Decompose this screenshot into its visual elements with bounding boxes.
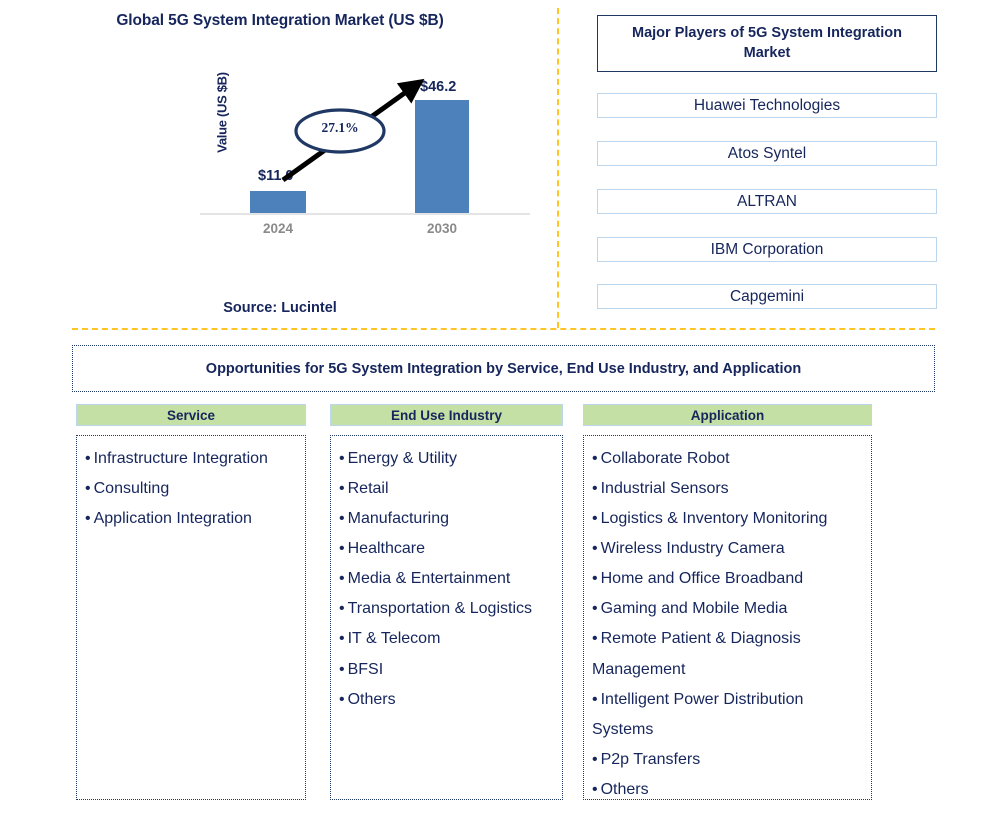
vertical-divider [557,8,559,328]
list-item-label: Application Integration [93,510,252,528]
list-item: • Healthcare [339,534,556,564]
bullet-icon: • [85,510,91,528]
list-item: • Manufacturing [339,504,556,534]
bullet-icon: • [339,540,345,558]
list-item: • Remote Patient & Diagnosis Management [592,624,865,684]
list-item-label: Infrastructure Integration [93,450,268,467]
player-item-altran[interactable]: ALTRAN [597,189,937,214]
list-item: • Industrial Sensors [592,474,865,504]
list-item-label: Media & Entertainment [347,570,511,588]
list-item-label: Manufacturing [347,510,449,528]
list-item-label: Remote Patient & Diagnosis Management [592,630,801,678]
list-item: • Energy & Utility [339,444,556,474]
list-item: • Others [592,775,865,805]
list-item: • Consulting [85,474,299,504]
column-body-service: • Infrastructure Integration • Consulting • A… [76,435,306,800]
list-item: • Others [339,685,556,715]
opportunities-banner: Opportunities for 5G System Integration … [72,345,935,392]
player-item-atos-syntel[interactable]: Atos Syntel [597,141,937,166]
list-item-label: IT & Telecom [347,630,441,648]
column-header-end-use-industry: End Use Industry [330,404,563,426]
bar-chart: Value (US $B) $11.0 $46.2 2024 2030 27.1… [170,72,540,250]
bullet-icon: • [85,480,91,498]
bullet-icon: • [339,480,345,498]
player-item-capgemini[interactable]: Capgemini [597,284,937,309]
list-item-label: Logistics & Inventory Monitoring [600,510,828,528]
bullet-icon: • [592,600,598,618]
list-item-label: Wireless Industry Camera [600,540,785,558]
cagr-arrow-icon [281,78,425,183]
list-item-label: Consulting [93,480,170,498]
bullet-icon: • [339,600,345,618]
column-body-end-use-industry: • Energy & Utility • Retail • Manufacturing • H… [330,435,563,800]
list-item-label: Others [347,690,396,708]
bullet-icon: • [592,750,598,768]
list-item-label: Gaming and Mobile Media [600,600,788,618]
bullet-icon: • [592,540,598,558]
bullet-icon: • [339,690,345,708]
bullet-icon: • [339,660,345,678]
bullet-icon: • [85,450,91,467]
list-item: • BFSI [339,655,556,685]
list-item-label: P2p Transfers [600,750,701,768]
list-item: • Transportation & Logistics [339,594,556,624]
bullet-icon: • [592,510,598,528]
bullet-icon: • [592,480,598,498]
bullet-icon: • [592,780,598,798]
list-item: • Media & Entertainment [339,564,556,594]
player-item-huawei-technologies[interactable]: Huawei Technologies [597,93,937,118]
bullet-icon: • [592,630,598,648]
bullet-icon: • [339,510,345,528]
list-item-label: Others [600,780,649,798]
bullet-icon: • [592,450,598,467]
list-item: • Gaming and Mobile Media [592,594,865,624]
list-item: • P2p Transfers [592,745,865,775]
list-item-label: Industrial Sensors [600,480,729,498]
bullet-icon: • [592,690,598,708]
list-item: • Application Integration [85,504,299,534]
list-item: • Logistics & Inventory Monitoring [592,504,865,534]
bullet-icon: • [592,570,598,588]
bullet-icon: • [339,570,345,588]
list-item-label: Home and Office Broadband [600,570,804,588]
major-players-panel: Major Players of 5G System Integration M… [597,15,937,309]
list-item: • Wireless Industry Camera [592,534,865,564]
list-item-label: Healthcare [347,540,425,558]
list-item: • Retail [339,474,556,504]
cagr-label: 27.1% [321,120,359,135]
chart-title: Global 5G System Integration Market (US … [116,12,444,29]
source-note: Source: Lucintel [223,300,337,316]
list-item: • Collaborate Robot [592,444,865,474]
player-item-ibm-corporation[interactable]: IBM Corporation [597,237,937,262]
list-item: • Infrastructure Integration [85,444,299,474]
bullet-icon: • [339,630,345,648]
column-body-application: • Collaborate Robot • Industrial Sensors • Lo… [583,435,872,800]
list-item-label: BFSI [347,660,384,678]
horizontal-divider [72,328,935,330]
column-header-service: Service [76,404,306,426]
list-item: • Intelligent Power Distribution Systems [592,685,865,745]
major-players-header: Major Players of 5G System Integration M… [597,15,937,72]
list-item-label: Energy & Utility [347,450,457,467]
list-item: • Home and Office Broadband [592,564,865,594]
column-header-application: Application [583,404,872,426]
list-item-label: Transportation & Logistics [347,600,532,618]
bullet-icon: • [339,450,345,467]
list-item-label: Collaborate Robot [600,450,730,467]
list-item: • IT & Telecom [339,624,556,654]
list-item-label: Retail [347,480,389,498]
list-item-label: Intelligent Power Distribution Systems [592,690,804,738]
